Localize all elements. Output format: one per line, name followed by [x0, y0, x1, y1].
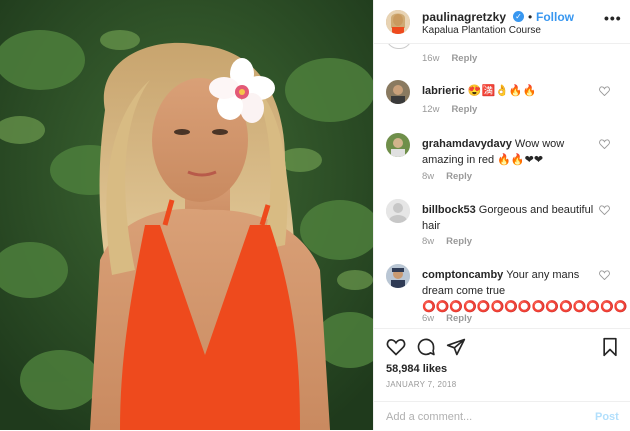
avatar-image	[386, 10, 410, 34]
avatar-image	[386, 264, 410, 288]
comment-username[interactable]: labrieric	[422, 85, 465, 97]
comment-time: 12w	[422, 104, 440, 115]
comment-avatar[interactable]	[386, 133, 410, 157]
photo-image	[0, 0, 373, 430]
follow-button[interactable]: Follow	[536, 10, 574, 24]
comment-icon[interactable]	[416, 337, 436, 357]
avatar-image	[386, 133, 410, 157]
post-header: paulinagretzky ✓ • Follow Kapalua Planta…	[374, 0, 630, 44]
like-comment-heart-icon[interactable]	[599, 139, 610, 149]
like-comment-heart-icon[interactable]	[599, 205, 610, 215]
likes-count[interactable]: 58,984 likes	[386, 363, 447, 375]
comment-text: 😍🈵👌🔥🔥	[467, 85, 537, 97]
comment-meta: 12w Reply	[422, 104, 477, 115]
comment-body: grahamdavydavy Wow wow amazing in red 🔥🔥❤…	[422, 136, 598, 168]
comment-username[interactable]: billbock53	[422, 204, 476, 216]
bookmark-icon[interactable]	[600, 337, 620, 357]
post-photo[interactable]	[0, 0, 373, 430]
comment-body: billbock53 Gorgeous and beautiful hair	[422, 202, 598, 234]
comment-body: comptoncamby Your any mans dream come tru…	[422, 267, 627, 315]
comment-time: 6w	[422, 313, 435, 324]
comment-body: labrieric 😍🈵👌🔥🔥	[422, 83, 598, 99]
reply-button[interactable]: Reply	[451, 104, 477, 115]
avatar-image	[386, 80, 410, 104]
comment-time: 8w	[422, 236, 435, 247]
reply-button[interactable]: Reply	[446, 171, 472, 182]
comment-avatar[interactable]	[386, 80, 410, 104]
like-comment-heart-icon[interactable]	[599, 86, 610, 96]
reply-button[interactable]: Reply	[451, 53, 477, 64]
avatar[interactable]	[386, 44, 412, 49]
add-comment-bar: Post	[374, 401, 630, 431]
share-icon[interactable]	[446, 337, 466, 357]
default-avatar-icon	[386, 199, 410, 223]
comment-time: 8w	[422, 171, 435, 182]
header-separator: •	[528, 10, 533, 24]
add-comment-input[interactable]	[386, 409, 576, 425]
more-options-icon[interactable]: •••	[604, 10, 622, 26]
comment-meta: 6w Reply	[422, 313, 472, 324]
like-heart-icon[interactable]	[386, 337, 406, 357]
verified-badge-icon: ✓	[513, 11, 524, 22]
comment-avatar[interactable]	[386, 264, 410, 288]
comment-username[interactable]: comptoncamby	[422, 269, 503, 281]
comment-meta: 16w Reply	[422, 53, 477, 64]
avatar[interactable]	[386, 10, 410, 34]
reply-button[interactable]: Reply	[446, 313, 472, 324]
post-detail-panel: paulinagretzky ✓ • Follow Kapalua Planta…	[373, 0, 630, 430]
comments-list[interactable]: 16w Reply labrieric 😍🈵👌🔥🔥 12w Reply grahamd…	[374, 44, 630, 328]
comment-username[interactable]: grahamdavydavy	[422, 138, 512, 150]
location-link[interactable]: Kapalua Plantation Course	[422, 25, 541, 36]
comment-avatar[interactable]	[386, 199, 410, 223]
reply-button[interactable]: Reply	[446, 236, 472, 247]
post-date: JANUARY 7, 2018	[386, 380, 457, 389]
username-link[interactable]: paulinagretzky	[422, 10, 506, 24]
like-comment-heart-icon[interactable]	[599, 270, 610, 280]
comment-time: 16w	[422, 53, 440, 64]
comment-meta: 8w Reply	[422, 236, 472, 247]
post-comment-button[interactable]: Post	[595, 411, 619, 423]
comment-meta: 8w Reply	[422, 171, 472, 182]
post-actions: 58,984 likes JANUARY 7, 2018 Post	[374, 328, 630, 430]
